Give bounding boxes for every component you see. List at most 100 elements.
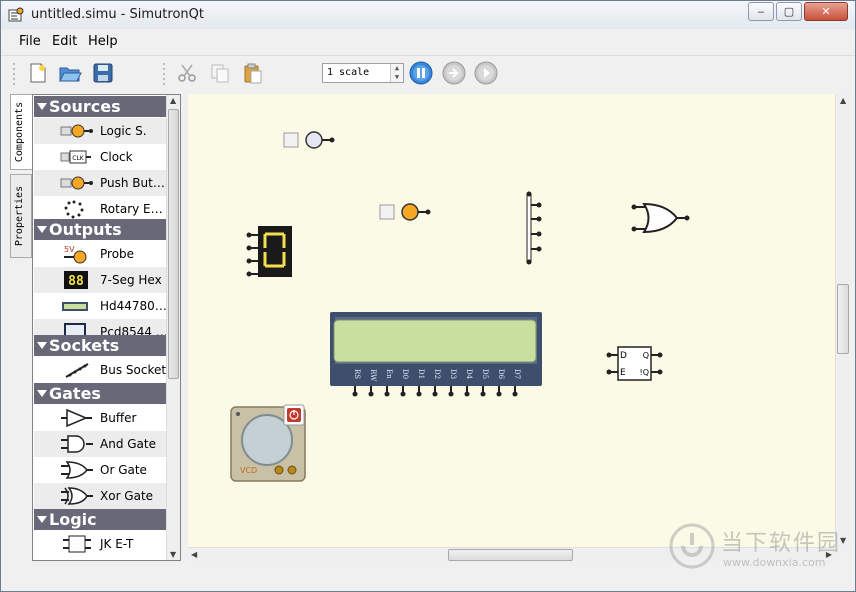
button-checkbox[interactable] (379, 204, 395, 220)
bus-socket-icon (65, 363, 89, 378)
scroll-down-icon[interactable]: ▼ (170, 550, 176, 559)
minimize-button[interactable]: ‒ (748, 2, 774, 21)
lcd-pin-label: D4 (465, 369, 473, 380)
category-gates[interactable]: Gates (34, 383, 166, 404)
lcd-pin[interactable] (352, 391, 358, 397)
category-outputs[interactable]: Outputs (34, 219, 166, 240)
palette-item-hd44780[interactable]: Hd44780… (34, 293, 167, 319)
menu-file[interactable]: File (19, 34, 41, 49)
new-file-button[interactable] (25, 60, 51, 86)
palette-item-bus-socket[interactable]: Bus Socket (34, 357, 166, 383)
bus-socket-component[interactable] (526, 191, 542, 265)
seven-segment-icon: 88 (64, 271, 88, 289)
palette-item-label: Or Gate (100, 463, 147, 477)
menu-help[interactable]: Help (88, 34, 118, 49)
menu-edit[interactable]: Edit (52, 34, 77, 49)
push-button-component[interactable] (379, 203, 431, 221)
cut-button[interactable] (174, 60, 200, 86)
logic-switch-component[interactable] (283, 131, 335, 149)
category-sources[interactable]: Sources (34, 96, 166, 117)
lcd-pin[interactable] (496, 391, 502, 397)
paste-icon (244, 63, 262, 84)
palette-item-jk-flipflop[interactable]: JK E-T (34, 531, 166, 557)
oscilloscope-component[interactable]: VCD (230, 404, 306, 482)
palette-item-logic-switch[interactable]: Logic S. (34, 118, 166, 144)
copy-button[interactable] (207, 60, 233, 86)
pause-button[interactable] (408, 60, 434, 86)
dff-component[interactable]: D E Q !Q (606, 346, 663, 381)
and-gate-icon (61, 435, 93, 453)
scope-label: VCD (240, 466, 257, 475)
clock-icon-text: CLK (72, 155, 85, 162)
palette-item-or-gate[interactable]: Or Gate (34, 457, 166, 483)
switch-checkbox[interactable] (283, 132, 299, 148)
play-button[interactable] (473, 60, 499, 86)
paste-button[interactable] (240, 60, 266, 86)
canvas-vertical-scrollbar[interactable]: ▲ ▼ (835, 94, 850, 547)
palette-scrollbar[interactable]: ▲ ▼ (166, 95, 180, 560)
lcd-pin[interactable] (448, 391, 454, 397)
logic-switch-icon (60, 124, 93, 138)
scale-spinbox[interactable]: 1 scale ▲ ▼ (322, 63, 404, 83)
rotary-encoder-icon (64, 200, 84, 219)
step-icon (442, 61, 466, 85)
probe-icon: 5V (64, 245, 87, 264)
palette-item-label: Probe (100, 247, 135, 261)
maximize-button[interactable]: ▢ (776, 2, 802, 21)
open-button[interactable] (57, 60, 83, 86)
scrollbar-thumb[interactable] (837, 284, 849, 354)
lcd-pin[interactable] (384, 391, 390, 397)
lcd-pin-label: RW (369, 369, 377, 382)
pause-icon (409, 61, 433, 85)
lcd-pin-label: D1 (417, 369, 425, 379)
scrollbar-thumb[interactable] (168, 109, 179, 379)
palette-item-and-gate[interactable]: And Gate (34, 431, 166, 457)
tab-properties[interactable]: Properties (10, 174, 32, 258)
lcd-pin[interactable] (512, 391, 518, 397)
lcd-pin[interactable] (480, 391, 486, 397)
palette-item-buffer[interactable]: Buffer (34, 405, 166, 431)
palette-item-clock[interactable]: CLK Clock (34, 144, 166, 170)
palette-item-label: Rotary E… (100, 202, 163, 216)
palette-item-7seg[interactable]: 88 7-Seg Hex (34, 267, 166, 293)
seven-segment-component[interactable] (246, 226, 293, 277)
palette-item-push-button[interactable]: Push But… (34, 170, 166, 196)
category-logic[interactable]: Logic (34, 509, 166, 530)
lcd-pin-label: D6 (497, 369, 505, 380)
palette-item-probe[interactable]: 5V Probe (34, 241, 166, 267)
category-label: Sockets (49, 336, 120, 355)
lcd-pin[interactable] (368, 391, 374, 397)
minimize-icon: ‒ (757, 5, 765, 18)
lcd-pin[interactable] (464, 391, 470, 397)
circuit-canvas[interactable]: RS RW En D0 D1 D2 D3 D4 D5 D6 D7 D E Q !Q VCD (188, 94, 835, 547)
category-sockets[interactable]: Sockets (34, 335, 166, 356)
save-icon (93, 63, 113, 83)
or-gate-component[interactable] (631, 202, 690, 234)
lcd-pin[interactable] (432, 391, 438, 397)
scale-value: 1 scale (327, 67, 370, 78)
palette-item-label: Bus Socket (100, 363, 167, 377)
menu-bar: File Edit Help (1, 31, 855, 53)
watermark-title: 当下软件园 (721, 531, 842, 556)
switch-led-off (305, 131, 323, 149)
or-gate-icon (61, 461, 93, 479)
scroll-up-icon[interactable]: ▲ (840, 96, 846, 105)
scroll-left-icon[interactable]: ◀ (191, 550, 197, 559)
scroll-up-icon[interactable]: ▲ (170, 96, 176, 105)
step-button[interactable] (441, 60, 467, 86)
palette-item-label: Xor Gate (100, 489, 154, 503)
clock-icon: CLK (60, 150, 91, 164)
scrollbar-thumb[interactable] (448, 549, 573, 561)
lcd-pin[interactable] (416, 391, 422, 397)
palette-item-label: Buffer (100, 411, 137, 425)
ff-label-q: Q (643, 351, 649, 360)
category-label: Sources (49, 97, 121, 116)
close-button[interactable]: ✕ (804, 2, 848, 21)
close-icon: ✕ (821, 5, 831, 18)
tab-components[interactable]: Components (10, 94, 32, 170)
scale-stepper[interactable]: ▲ ▼ (390, 64, 403, 82)
palette-item-xor-gate[interactable]: Xor Gate (34, 483, 166, 509)
save-button[interactable] (90, 60, 116, 86)
lcd-pin[interactable] (400, 391, 406, 397)
lcd-component[interactable]: RS RW En D0 D1 D2 D3 D4 D5 D6 D7 (330, 312, 542, 397)
